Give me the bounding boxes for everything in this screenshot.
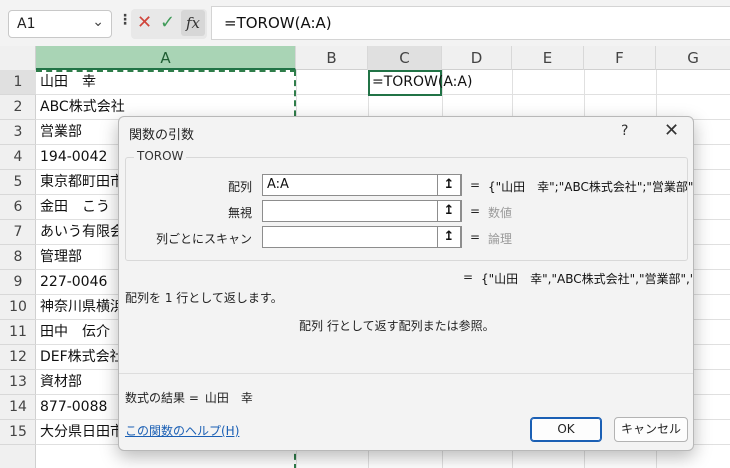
- function-help-link[interactable]: この関数のヘルプ(H): [125, 422, 239, 439]
- argument-description-text: 行として返す配列または参照。: [327, 319, 495, 333]
- function-arguments-dialog: 関数の引数 ? ✕ TOROW 配列 A:A ↥ = {"山田 幸";"ABC株…: [118, 116, 694, 451]
- argument-description: 配列 行として返す配列または参照。: [299, 317, 495, 334]
- column-header-f[interactable]: F: [584, 46, 656, 70]
- row-headers: 1 2 3 4 5 6 7 8 9 10 11 12 13 14 15: [0, 70, 36, 468]
- formula-bar: A1 ⌄ ⋮ ✕ ✓ fx =TOROW(A:A): [0, 0, 730, 46]
- arg-result-ignore: 数値: [488, 206, 513, 220]
- arg-label-scan-by-column: 列ごとにスキャン: [155, 232, 252, 246]
- formula-result-value: 山田 幸: [204, 391, 253, 405]
- chevron-down-icon[interactable]: ⌄: [92, 14, 104, 30]
- column-header-d[interactable]: D: [442, 46, 512, 70]
- arg-result-array: {"山田 幸";"ABC株式会社";"営業部": [488, 180, 694, 194]
- row-header-12[interactable]: 12: [0, 345, 36, 370]
- function-name: TOROW: [134, 149, 187, 163]
- row-header-14[interactable]: 14: [0, 395, 36, 420]
- cancel-icon[interactable]: ✕: [137, 12, 152, 33]
- function-description: 配列を 1 行として返します。: [125, 291, 283, 305]
- formula-input[interactable]: =TOROW(A:A): [211, 6, 730, 40]
- row-header-7[interactable]: 7: [0, 220, 36, 245]
- select-all-corner[interactable]: [0, 46, 36, 70]
- formula-result: 数式の結果 = 山田 幸: [125, 389, 253, 406]
- formula-result-label: 数式の結果 =: [125, 391, 199, 405]
- name-box-value: A1: [17, 16, 36, 32]
- row-header-3[interactable]: 3: [0, 120, 36, 145]
- arg-input-ignore[interactable]: [262, 200, 462, 222]
- help-icon[interactable]: ?: [621, 123, 628, 139]
- column-headers: A B C D E F G: [0, 46, 730, 70]
- collapse-dialog-icon[interactable]: ↥: [437, 226, 461, 248]
- more-options-icon[interactable]: ⋮: [118, 12, 132, 28]
- cancel-button[interactable]: キャンセル: [614, 417, 688, 442]
- row-header-15[interactable]: 15: [0, 420, 36, 445]
- column-header-a[interactable]: A: [36, 46, 296, 70]
- row-header-10[interactable]: 10: [0, 295, 36, 320]
- argument-description-name: 配列: [299, 319, 324, 333]
- row-header-8[interactable]: 8: [0, 245, 36, 270]
- formula-preview: {"山田 幸","ABC株式会社","営業部",': [481, 272, 694, 286]
- row-header-11[interactable]: 11: [0, 320, 36, 345]
- dialog-title: 関数の引数: [129, 128, 195, 143]
- formula-text: =TOROW(A:A): [224, 14, 332, 32]
- function-group: TOROW 配列 A:A ↥ = {"山田 幸";"ABC株式会社";"営業部"…: [125, 149, 693, 261]
- collapse-dialog-icon[interactable]: ↥: [437, 174, 461, 196]
- row-header-5[interactable]: 5: [0, 170, 36, 195]
- column-header-g[interactable]: G: [656, 46, 730, 70]
- active-cell-c1[interactable]: =TOROW(A:A): [368, 70, 472, 96]
- row-header-1[interactable]: 1: [0, 70, 36, 95]
- cell-c1-formula: =TOROW(A:A): [372, 74, 473, 90]
- arg-label-array: 配列: [227, 180, 252, 194]
- equals-sign: =: [470, 230, 481, 244]
- equals-sign: =: [470, 204, 481, 218]
- arg-result-scan-by-column: 論理: [488, 232, 513, 246]
- arg-label-ignore: 無視: [227, 206, 252, 220]
- collapse-dialog-icon[interactable]: ↥: [437, 200, 461, 222]
- row-header-13[interactable]: 13: [0, 370, 36, 395]
- arg-input-scan-by-column[interactable]: [262, 226, 462, 248]
- ok-button[interactable]: OK: [530, 417, 602, 442]
- arg-value-array: A:A: [267, 177, 289, 192]
- insert-function-icon[interactable]: fx: [181, 10, 205, 36]
- column-header-b[interactable]: B: [296, 46, 368, 70]
- column-header-e[interactable]: E: [512, 46, 584, 70]
- equals-sign: =: [470, 178, 481, 192]
- name-box[interactable]: A1 ⌄: [8, 10, 112, 38]
- row-header-2[interactable]: 2: [0, 95, 36, 120]
- enter-icon[interactable]: ✓: [160, 12, 175, 33]
- close-icon[interactable]: ✕: [664, 120, 679, 141]
- row-header-9[interactable]: 9: [0, 270, 36, 295]
- equals-sign: =: [463, 270, 474, 284]
- column-header-c[interactable]: C: [368, 46, 442, 70]
- divider: [119, 373, 693, 374]
- formula-bar-buttons: ✕ ✓ fx: [131, 9, 207, 39]
- arg-input-array[interactable]: A:A: [262, 174, 462, 196]
- row-header-6[interactable]: 6: [0, 195, 36, 220]
- row-header-4[interactable]: 4: [0, 145, 36, 170]
